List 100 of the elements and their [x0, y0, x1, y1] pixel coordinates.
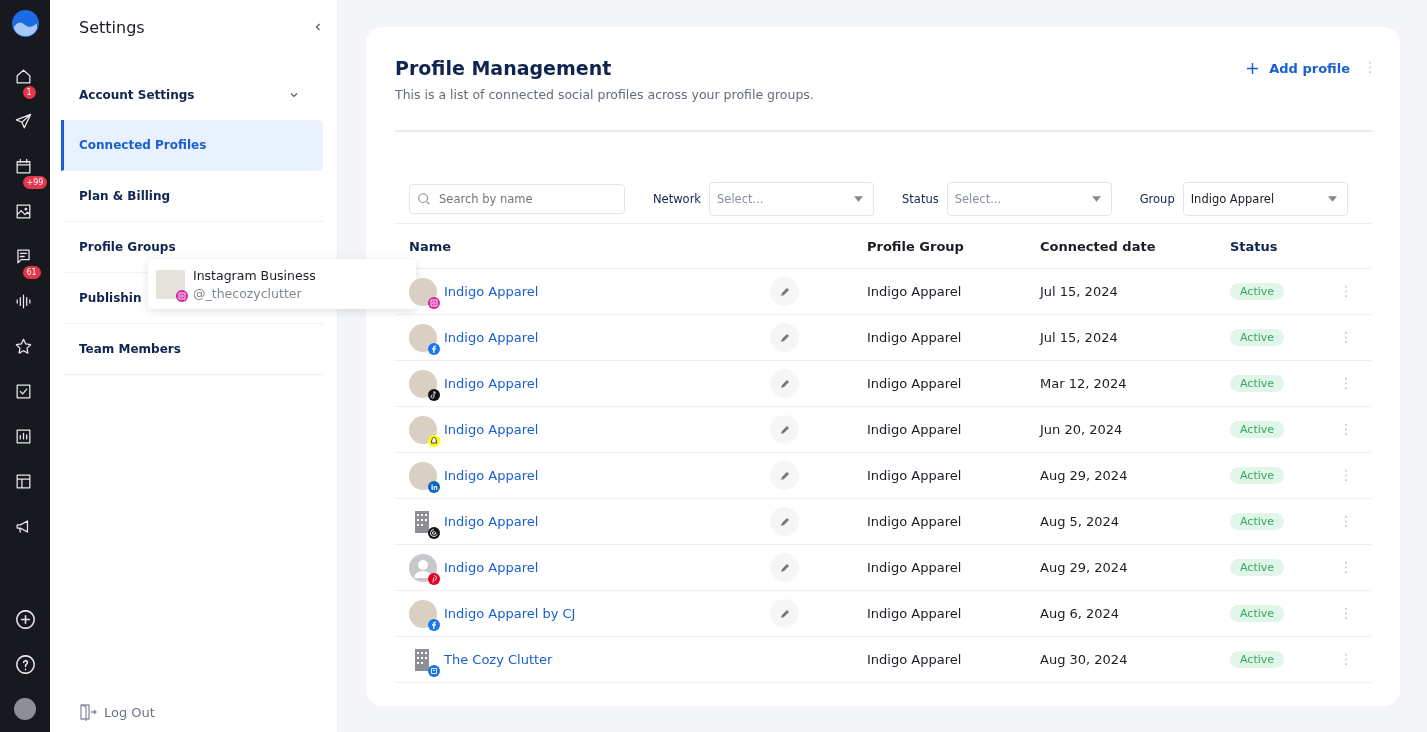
edit-button[interactable]	[770, 553, 799, 582]
row-menu-icon[interactable]	[1344, 607, 1348, 620]
menu-item-label: Publishin	[79, 291, 142, 305]
row-menu-icon[interactable]	[1344, 515, 1348, 528]
send-icon[interactable]	[13, 112, 33, 131]
photo-placeholder	[156, 269, 185, 299]
row-menu-icon[interactable]	[1344, 331, 1348, 344]
settings-menu-item[interactable]: Account Settings	[61, 70, 323, 120]
star-icon[interactable]	[13, 337, 33, 356]
profile-name-link[interactable]: Indigo Apparel	[444, 422, 539, 437]
chevron-down-icon[interactable]	[289, 90, 299, 100]
menu-item-label: Team Members	[79, 342, 181, 356]
dropdown-caret-icon	[1091, 196, 1101, 202]
profile-name-link[interactable]: Indigo Apparel	[444, 514, 539, 529]
pencil-icon	[778, 377, 791, 390]
collapse-chevron-icon[interactable]	[313, 22, 323, 32]
connected-date-cell-text: Aug 6, 2024	[1040, 606, 1121, 621]
profile-group-cell-text: Indigo Apparel	[867, 514, 963, 529]
help-icon[interactable]	[13, 653, 37, 676]
profile-name-link[interactable]: Indigo Apparel by CJ	[444, 606, 576, 621]
connected-date-cell-text: Aug 29, 2024	[1040, 560, 1129, 575]
profile-name-link[interactable]: The Cozy Clutter	[444, 652, 553, 667]
profile-group-cell-text: Indigo Apparel	[867, 422, 963, 437]
profile-group-cell-text: Indigo Apparel	[867, 560, 963, 575]
photo-placeholder	[409, 415, 437, 444]
connected-date-cell-text: Jul 15, 2024	[1040, 330, 1119, 345]
add-profile-button[interactable]: Add profile	[1246, 61, 1350, 76]
pencil-icon	[778, 561, 791, 574]
settings-title: Settings	[79, 17, 145, 37]
photo-placeholder	[409, 461, 437, 490]
row-menu-icon[interactable]	[1344, 469, 1348, 482]
plus-icon	[1246, 62, 1260, 75]
more-icon[interactable]	[1368, 61, 1372, 74]
edit-button[interactable]	[770, 323, 799, 352]
plus-icon[interactable]	[13, 608, 37, 631]
profile-name-link[interactable]: Indigo Apparel	[444, 376, 539, 391]
pencil-icon	[778, 423, 791, 436]
pencil-icon	[778, 607, 791, 620]
pencil-icon	[778, 331, 791, 344]
profile-name-link[interactable]: Indigo Apparel	[444, 560, 539, 575]
status-badge: Active	[1230, 605, 1285, 622]
logo-icon	[11, 10, 39, 37]
search-icon	[417, 192, 431, 206]
connected-date-cell-text: Jun 20, 2024	[1040, 422, 1124, 437]
settings-menu-item[interactable]: Team Members	[61, 324, 323, 375]
profile-name-link[interactable]: Indigo Apparel	[444, 330, 539, 345]
page-subtitle: This is a list of connected social profiles across your profile groups.	[395, 87, 814, 102]
row-menu-icon[interactable]	[1344, 561, 1348, 574]
profile-group-cell-text: Indigo Apparel	[867, 330, 963, 345]
status-badge: Active	[1230, 467, 1285, 484]
pencil-icon	[778, 515, 791, 528]
column-header: Status	[1230, 238, 1279, 254]
notification-badge: 1	[22, 86, 36, 99]
notification-badge: +99	[22, 176, 48, 189]
connected-date-cell-text: Aug 29, 2024	[1040, 468, 1129, 483]
tooltip-handle: @_thecozyclutter	[193, 285, 303, 301]
connected-date-cell-text: Aug 5, 2024	[1040, 514, 1121, 529]
settings-menu-item[interactable]: Connected Profiles	[61, 120, 323, 171]
status-badge: Active	[1230, 513, 1285, 530]
filter-dropdown[interactable]: Select...	[946, 182, 1112, 216]
dropdown-caret-icon	[854, 196, 864, 202]
person-silhouette-icon	[409, 553, 437, 582]
profile-group-cell-text: Indigo Apparel	[867, 284, 963, 299]
pencil-icon	[778, 469, 791, 482]
profile-name-link[interactable]: Indigo Apparel	[444, 284, 539, 299]
dropdown-caret-icon	[1327, 196, 1337, 202]
user-avatar[interactable]	[14, 698, 36, 720]
edit-button[interactable]	[770, 599, 799, 628]
menu-item-label: Profile Groups	[79, 240, 176, 254]
filter-dropdown[interactable]: Select...	[709, 182, 875, 216]
row-menu-icon[interactable]	[1344, 423, 1348, 436]
pencil-icon	[778, 285, 791, 298]
filter-dropdown[interactable]: Indigo Apparel	[1182, 182, 1348, 216]
search-field[interactable]: Search by name	[409, 184, 625, 214]
status-badge: Active	[1230, 559, 1285, 576]
row-menu-icon[interactable]	[1344, 285, 1348, 298]
row-menu-icon[interactable]	[1344, 377, 1348, 390]
filter-label: Group	[1139, 192, 1175, 206]
logout-link[interactable]: Log Out	[64, 702, 323, 722]
settings-menu-item[interactable]: Plan & Billing	[61, 171, 323, 222]
column-header: Profile Group	[867, 238, 965, 254]
photo-placeholder	[409, 323, 437, 352]
menu-item-label: Account Settings	[79, 88, 195, 102]
edit-button[interactable]	[770, 277, 799, 306]
edit-button[interactable]	[770, 369, 799, 398]
page-title: Profile Management	[395, 57, 613, 79]
edit-button[interactable]	[770, 507, 799, 536]
edit-button[interactable]	[770, 461, 799, 490]
status-badge: Active	[1230, 375, 1285, 392]
status-badge: Active	[1230, 283, 1285, 300]
profile-name-link[interactable]: Indigo Apparel	[444, 468, 539, 483]
edit-button[interactable]	[770, 415, 799, 444]
logout-icon	[78, 702, 98, 722]
status-badge: Active	[1230, 329, 1285, 346]
status-badge: Active	[1230, 651, 1285, 668]
connected-date-cell-text: Mar 12, 2024	[1040, 376, 1128, 391]
filter-label: Network	[653, 192, 702, 206]
connected-date-cell-text: Jul 15, 2024	[1040, 284, 1119, 299]
photo-placeholder	[409, 369, 437, 398]
row-menu-icon[interactable]	[1344, 653, 1348, 666]
